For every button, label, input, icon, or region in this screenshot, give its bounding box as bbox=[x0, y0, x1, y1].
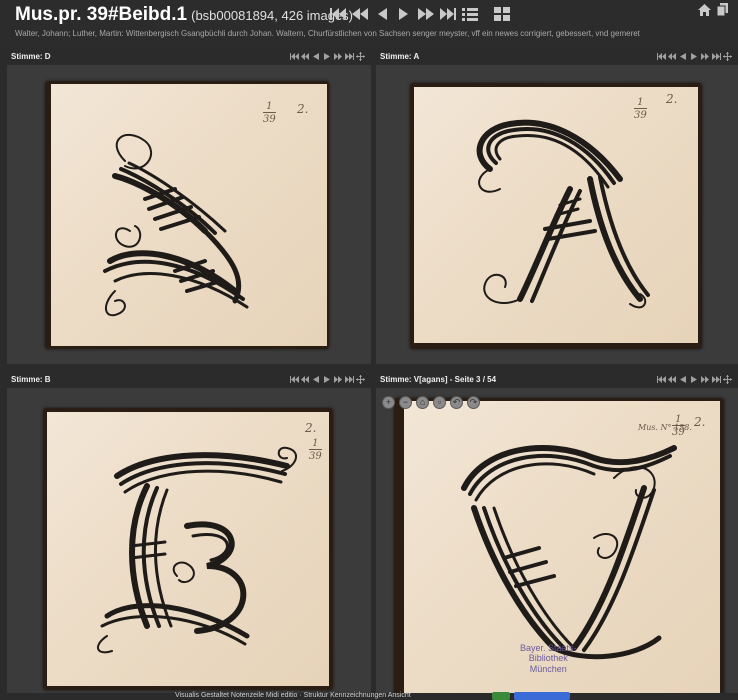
prev-icon[interactable] bbox=[311, 374, 321, 384]
next-icon[interactable] bbox=[689, 374, 699, 384]
folio-mark: 2. bbox=[297, 102, 309, 116]
next-icon[interactable] bbox=[322, 374, 332, 384]
move-icon[interactable] bbox=[722, 374, 732, 384]
page-image: Mus. N° 158. 1 39 2. Bayer. Staats- Bibl… bbox=[394, 398, 724, 693]
header-right-tools bbox=[698, 3, 728, 21]
panel-label: Stimme: A bbox=[380, 52, 420, 61]
home-view-icon[interactable]: ⌂ bbox=[416, 396, 429, 409]
last-icon[interactable] bbox=[711, 374, 721, 384]
fast-back-icon[interactable] bbox=[300, 51, 310, 61]
move-icon[interactable] bbox=[355, 51, 365, 61]
home-icon[interactable] bbox=[698, 3, 711, 21]
fast-forward-button[interactable] bbox=[416, 6, 436, 22]
first-icon[interactable] bbox=[656, 374, 666, 384]
page-image: 1 39 2. bbox=[45, 81, 329, 349]
panel-navigation bbox=[289, 51, 365, 61]
zoom-out-icon[interactable]: − bbox=[399, 396, 412, 409]
bibliographic-description: Walter, Johann; Luther, Martin: Wittenbe… bbox=[15, 29, 640, 38]
next-icon[interactable] bbox=[322, 51, 332, 61]
first-icon[interactable] bbox=[289, 374, 299, 384]
zoom-in-icon[interactable]: + bbox=[382, 396, 395, 409]
last-icon[interactable] bbox=[344, 51, 354, 61]
folio-mark: 2. bbox=[666, 92, 678, 106]
pages-icon[interactable] bbox=[716, 3, 728, 21]
zoom-toolbar: + − ⌂ ▫ ↶ ↷ bbox=[382, 396, 480, 409]
prev-icon[interactable] bbox=[678, 374, 688, 384]
document-title: Mus.pr. 39#Beibd.1 (bsb00081894, 426 imag… bbox=[15, 4, 353, 26]
fast-forward-icon[interactable] bbox=[700, 374, 710, 384]
first-page-button[interactable] bbox=[328, 6, 348, 22]
move-icon[interactable] bbox=[355, 374, 365, 384]
panel-navigation bbox=[656, 51, 732, 61]
initial-letter-b bbox=[97, 446, 297, 654]
panel-image-area[interactable]: 2. 1 39 bbox=[7, 388, 371, 693]
initial-letter-d bbox=[103, 134, 249, 317]
fast-forward-icon[interactable] bbox=[700, 51, 710, 61]
viewer-panel-a: Stimme: A 1 39 2. bbox=[376, 48, 738, 364]
footer-badge-green[interactable] bbox=[492, 692, 510, 700]
viewer-footer: Visualis Gestaltet Notenzeile Midi editi… bbox=[0, 692, 738, 700]
page-image: 1 39 2. bbox=[410, 83, 702, 349]
shelfmark-title: Mus.pr. 39#Beibd.1 bbox=[15, 4, 188, 25]
page-image: 2. 1 39 bbox=[43, 408, 333, 690]
panel-header: Stimme: V[agans] - Seite 3 / 54 bbox=[376, 371, 738, 388]
panel-image-area[interactable]: Mus. N° 158. 1 39 2. Bayer. Staats- Bibl… bbox=[376, 388, 738, 693]
last-icon[interactable] bbox=[344, 374, 354, 384]
grid-view-button[interactable] bbox=[492, 6, 512, 22]
fast-forward-icon[interactable] bbox=[333, 51, 343, 61]
viewer-header: Mus.pr. 39#Beibd.1 (bsb00081894, 426 imag… bbox=[0, 0, 738, 47]
panel-image-area[interactable]: 1 39 2. bbox=[376, 65, 738, 364]
prev-icon[interactable] bbox=[311, 51, 321, 61]
last-page-button[interactable] bbox=[438, 6, 458, 22]
panel-label: Stimme: D bbox=[11, 52, 51, 61]
panel-header: Stimme: A bbox=[376, 48, 738, 65]
panel-header: Stimme: B bbox=[7, 371, 371, 388]
first-icon[interactable] bbox=[656, 51, 666, 61]
fast-back-button[interactable] bbox=[350, 6, 370, 22]
next-page-button[interactable] bbox=[394, 6, 414, 22]
prev-page-button[interactable] bbox=[372, 6, 392, 22]
fast-back-icon[interactable] bbox=[300, 374, 310, 384]
viewer-panel-b: Stimme: B 2. 1 39 bbox=[7, 371, 371, 693]
next-icon[interactable] bbox=[689, 51, 699, 61]
folio-mark: 2. bbox=[694, 415, 706, 429]
fast-forward-icon[interactable] bbox=[333, 374, 343, 384]
list-view-button[interactable] bbox=[460, 6, 480, 22]
footer-badge-blue[interactable] bbox=[514, 692, 570, 700]
panel-label: Stimme: B bbox=[11, 375, 51, 384]
folio-mark: 2. bbox=[305, 421, 317, 435]
panel-image-area[interactable]: 1 39 2. bbox=[7, 65, 371, 364]
panel-navigation bbox=[289, 374, 365, 384]
footer-text: Visualis Gestaltet Notenzeile Midi editi… bbox=[175, 692, 411, 699]
viewer-panel-v: Stimme: V[agans] - Seite 3 / 54 Mus. N° … bbox=[376, 371, 738, 693]
rotate-left-icon[interactable]: ↶ bbox=[450, 396, 463, 409]
panel-header: Stimme: D bbox=[7, 48, 371, 65]
last-icon[interactable] bbox=[711, 51, 721, 61]
panel-navigation bbox=[656, 374, 732, 384]
first-icon[interactable] bbox=[289, 51, 299, 61]
initial-letter-a bbox=[476, 119, 650, 309]
folio-number: 1 39 bbox=[309, 438, 322, 462]
main-navigation bbox=[328, 6, 512, 22]
fullscreen-icon[interactable]: ▫ bbox=[433, 396, 446, 409]
panel-label: Stimme: V[agans] - Seite 3 / 54 bbox=[380, 375, 497, 384]
viewer-panel-d: Stimme: D 1 39 2. bbox=[7, 48, 371, 364]
library-stamp: Bayer. Staats- Bibliothek München bbox=[520, 643, 577, 674]
prev-icon[interactable] bbox=[678, 51, 688, 61]
move-icon[interactable] bbox=[722, 51, 732, 61]
fast-back-icon[interactable] bbox=[667, 374, 677, 384]
initial-letter-v bbox=[461, 445, 677, 660]
rotate-right-icon[interactable]: ↷ bbox=[467, 396, 480, 409]
fast-back-icon[interactable] bbox=[667, 51, 677, 61]
